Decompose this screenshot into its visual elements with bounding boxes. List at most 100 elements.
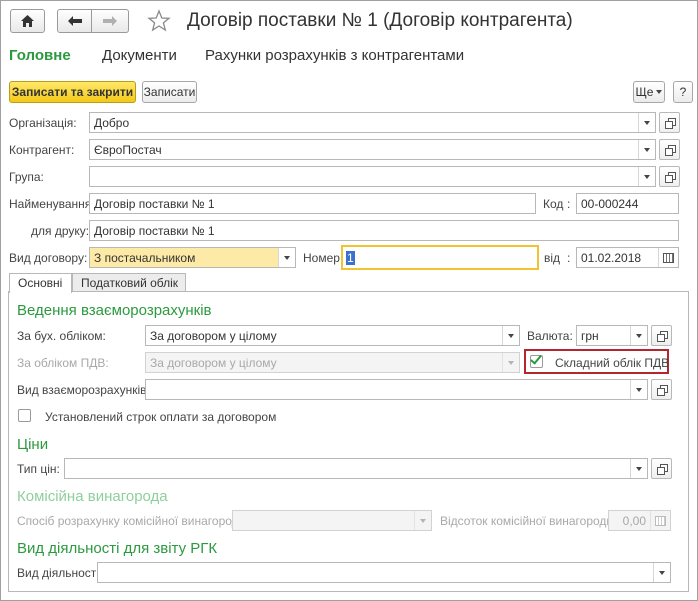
settlement-type-open-button[interactable]: [651, 379, 672, 400]
commission-percent-field: 0,00: [608, 510, 671, 531]
forward-button[interactable]: [91, 9, 129, 33]
chevron-down-icon: [659, 570, 665, 575]
complex-vat-checkbox[interactable]: [530, 352, 543, 368]
currency-dropdown[interactable]: [630, 326, 647, 345]
group-open-button[interactable]: [659, 166, 680, 187]
rgk-section-title: Вид діяльності для звіту РГК: [17, 540, 218, 557]
favorite-button[interactable]: [147, 9, 171, 36]
help-button[interactable]: ?: [673, 81, 693, 103]
chevron-down-icon: [644, 147, 650, 152]
chevron-down-icon: [420, 518, 426, 523]
settlement-type-dropdown[interactable]: [630, 380, 647, 399]
commission-percent-label: Відсоток комісійної винагороди:: [440, 514, 617, 528]
chevron-down-icon: [636, 333, 642, 338]
more-label: Ще: [635, 85, 654, 99]
name-field[interactable]: Договір поставки № 1: [89, 193, 536, 214]
accounting-field[interactable]: За договором у цілому: [145, 325, 520, 346]
activity-type-dropdown[interactable]: [653, 563, 670, 582]
organization-open-button[interactable]: [659, 112, 680, 133]
contract-type-dropdown[interactable]: [278, 248, 295, 267]
prices-section-title: Ціни: [17, 436, 49, 453]
open-icon: [664, 171, 676, 183]
commission-method-label: Спосіб розрахунку комісійної винагороди:: [17, 514, 249, 528]
vat-accounting-value: За договором у цілому: [150, 356, 277, 370]
arrow-left-icon: [67, 16, 82, 26]
chevron-down-icon: [636, 466, 642, 471]
code-value: 00-000244: [581, 197, 639, 211]
group-dropdown[interactable]: [638, 167, 655, 186]
chevron-down-icon: [508, 333, 514, 338]
commission-method-dropdown: [414, 511, 431, 530]
more-button[interactable]: Ще: [633, 81, 665, 103]
organization-label: Організація:: [9, 116, 77, 130]
payment-term-label[interactable]: Установлений строк оплати за договором: [45, 410, 276, 424]
checkmark-icon: [530, 352, 542, 365]
home-button[interactable]: [10, 9, 45, 33]
tab-basic[interactable]: Основні: [9, 273, 72, 293]
vat-accounting-field: За договором у цілому: [145, 352, 520, 373]
code-field[interactable]: 00-000244: [576, 193, 679, 214]
contract-type-field[interactable]: З постачальником: [89, 247, 296, 268]
print-name-value: Договір поставки № 1: [94, 224, 215, 238]
open-icon: [664, 117, 676, 129]
number-field[interactable]: 1: [341, 245, 539, 270]
tab-main[interactable]: Головне: [9, 47, 71, 64]
tab-settlement-accounts[interactable]: Рахунки розрахунків з контрагентами: [205, 47, 464, 64]
date-calendar-button[interactable]: [658, 248, 678, 267]
contract-type-value: З постачальником: [94, 251, 196, 265]
price-type-dropdown[interactable]: [630, 459, 647, 478]
commission-section-title: Комісійна винагорода: [17, 488, 168, 505]
counterparty-open-button[interactable]: [659, 139, 680, 160]
counterparty-value: ЄвроПостач: [94, 143, 162, 157]
window-title: Договір поставки № 1 (Договір контрагент…: [187, 10, 573, 31]
counterparty-field[interactable]: ЄвроПостач: [89, 139, 656, 160]
chevron-down-icon: [644, 174, 650, 179]
payment-term-checkbox[interactable]: [18, 409, 31, 422]
price-type-open-button[interactable]: [651, 458, 672, 479]
vat-accounting-label: За обліком ПДВ:: [17, 356, 109, 370]
activity-type-field[interactable]: [97, 562, 671, 583]
number-label: Номер:: [303, 251, 344, 265]
date-field[interactable]: 01.02.2018: [576, 247, 679, 268]
commission-percent-value: 0,00: [622, 514, 646, 528]
save-and-close-button[interactable]: Записати та закрити: [9, 81, 136, 103]
chevron-down-icon: [656, 90, 663, 94]
calculator-button: [650, 511, 670, 530]
currency-value: грн: [581, 329, 599, 343]
chevron-down-icon: [644, 120, 650, 125]
save-button[interactable]: Записати: [142, 81, 197, 103]
number-value: 1: [346, 251, 355, 265]
complex-vat-label[interactable]: Складний облік ПДВ: [555, 356, 669, 370]
price-type-label: Тип цін:: [17, 462, 60, 476]
chevron-down-icon: [284, 255, 290, 260]
date-value: 01.02.2018: [581, 251, 642, 265]
settlement-type-field[interactable]: [145, 379, 648, 400]
commission-method-field: [232, 510, 432, 531]
activity-type-label: Вид діяльності:: [17, 566, 103, 580]
open-icon: [664, 144, 676, 156]
currency-field[interactable]: грн: [576, 325, 648, 346]
accounting-value: За договором у цілому: [150, 329, 277, 343]
price-type-field[interactable]: [64, 458, 648, 479]
settlements-section-title: Ведення взаєморозрахунків: [17, 302, 212, 319]
date-label: від: [544, 251, 561, 265]
organization-field[interactable]: Добро: [89, 112, 656, 133]
group-field[interactable]: [89, 166, 656, 187]
accounting-dropdown[interactable]: [502, 326, 519, 345]
calculator-icon: [655, 515, 666, 526]
tab-documents[interactable]: Документи: [102, 47, 177, 64]
code-colon: :: [567, 197, 571, 211]
group-label: Група:: [9, 170, 44, 184]
organization-dropdown[interactable]: [638, 113, 655, 132]
code-label: Код: [543, 197, 564, 211]
print-name-label: для друку:: [31, 224, 90, 238]
date-colon: :: [567, 251, 571, 265]
counterparty-dropdown[interactable]: [638, 140, 655, 159]
calendar-icon: [663, 252, 674, 263]
chevron-down-icon: [508, 360, 514, 365]
currency-open-button[interactable]: [651, 325, 672, 346]
back-button[interactable]: [57, 9, 92, 33]
print-name-field[interactable]: Договір поставки № 1: [89, 220, 679, 241]
settlement-type-label: Вид взаєморозрахунків:: [17, 383, 150, 397]
tab-tax-accounting[interactable]: Податковий облік: [72, 273, 186, 292]
